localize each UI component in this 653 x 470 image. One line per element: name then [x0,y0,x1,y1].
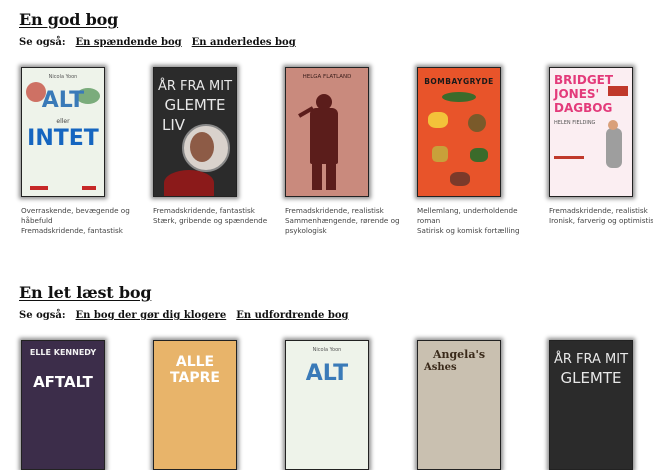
section-good-book: En god bog Se også: En spændende bog En … [19,10,653,48]
book-card: ELLE KENNEDY AFTALT [21,340,146,470]
book-card: ÅR FRA MIT GLEMTE LIV Fremadskridende, f… [153,67,278,226]
book-tags: Overraskende, bevægende og håbefuld Frem… [21,206,130,235]
book-cover[interactable]: ÅR FRA MIT GLEMTE LIV [153,67,237,197]
book-card: ÅR FRA MIT GLEMTE [549,340,653,470]
book-card: Angela's Ashes [417,340,542,470]
book-card: ALLE TAPRE [153,340,278,470]
book-cover[interactable]: Angela's Ashes [417,340,501,470]
link-different-book[interactable]: En anderledes bog [192,37,296,48]
section-easy-read: En let læst bog Se også: En bog der gør … [19,283,653,321]
book-cover[interactable]: BRIDGET JONES' DAGBOG HELEN FIELDING [549,67,633,197]
book-card: Nicola Yoon ALT eller INTET Overraskende… [21,67,146,236]
section-title: En god bog [19,10,119,29]
book-card: BOMBAYGRYDE Mellemlang, underholdende ro… [417,67,542,236]
book-tags: Fremadskridende, fantastisk Stærk, gribe… [153,206,268,225]
see-also-label: Se også: [19,310,66,321]
link-smarter-book[interactable]: En bog der gør dig klogere [76,310,227,321]
book-card: BRIDGET JONES' DAGBOG HELEN FIELDING Fre… [549,67,653,226]
see-also-label: Se også: [19,37,66,48]
link-challenging-book[interactable]: En udfordrende bog [236,310,348,321]
book-cover[interactable]: HELGA FLATLAND [285,67,369,197]
book-cover[interactable]: ELLE KENNEDY AFTALT [21,340,105,470]
section-title: En let læst bog [19,283,152,302]
book-cover[interactable]: Nicola Yoon ALT [285,340,369,470]
book-cover[interactable]: BOMBAYGRYDE [417,67,501,197]
book-tags: Mellemlang, underholdende roman Satirisk… [417,206,520,235]
book-tags: Fremadskridende, realistisk Ironisk, far… [549,206,653,225]
book-card: HELGA FLATLAND Fremadskridende, realisti… [285,67,410,236]
link-exciting-book[interactable]: En spændende bog [76,37,182,48]
book-cover[interactable]: ALLE TAPRE [153,340,237,470]
book-cover[interactable]: ÅR FRA MIT GLEMTE [549,340,633,470]
see-also: Se også: En spændende bog En anderledes … [19,37,653,48]
book-tags: Fremadskridende, realistisk Sammenhængen… [285,206,400,235]
book-card: Nicola Yoon ALT [285,340,410,470]
see-also: Se også: En bog der gør dig klogere En u… [19,310,653,321]
book-cover[interactable]: Nicola Yoon ALT eller INTET [21,67,105,197]
